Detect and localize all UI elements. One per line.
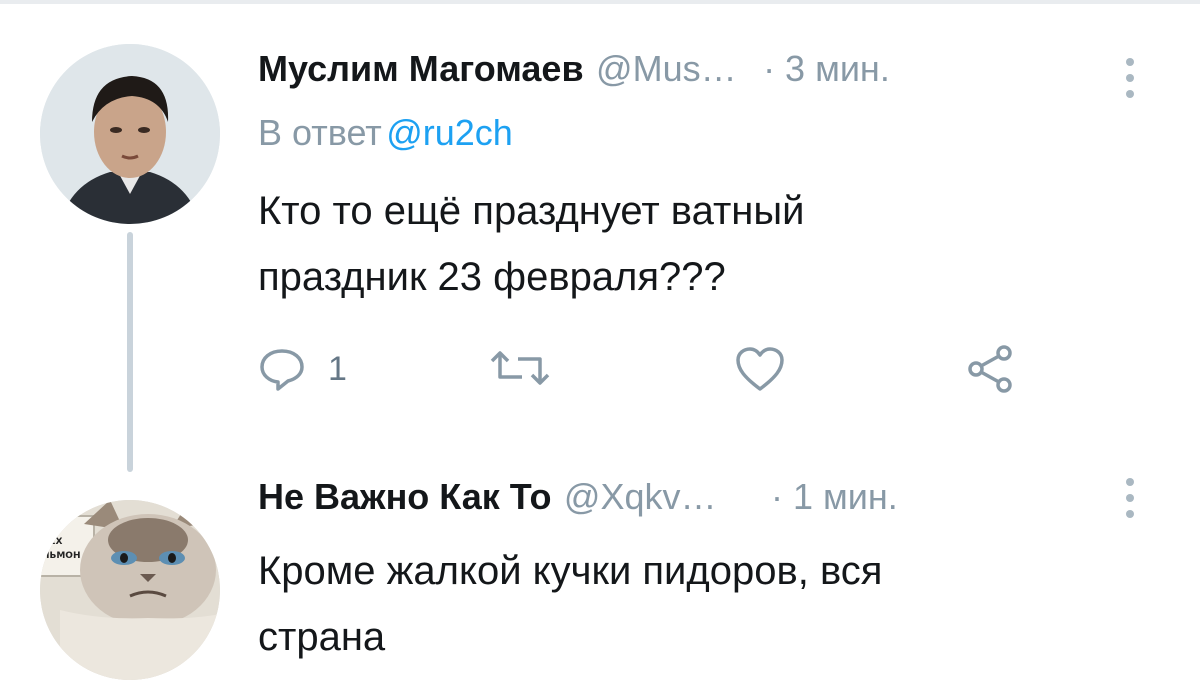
share-button[interactable] — [964, 345, 1016, 393]
sign-text: КЕХ — [42, 537, 63, 547]
reply-button[interactable]: 1 — [258, 345, 347, 393]
reply-context: В ответ @ru2ch — [258, 112, 513, 154]
sign-text: ЛЬМОН — [42, 551, 80, 561]
reply-prefix: В ответ — [258, 112, 382, 153]
like-icon — [736, 347, 784, 391]
author-name[interactable]: Не Важно Как То — [258, 476, 551, 517]
tweet-text-line: страна — [258, 615, 386, 659]
tweet-header: Не Важно Как То @Xqkv… · 1 мин. — [258, 476, 898, 518]
top-divider — [0, 0, 1200, 4]
author-handle[interactable]: @Xqkv… — [564, 476, 717, 517]
reply-icon — [260, 349, 304, 391]
tweet-text-line: Кто то ещё празднует ватный — [258, 189, 805, 233]
author-handle[interactable]: @Mus… — [596, 48, 737, 89]
sign-text: ТЬ — [46, 523, 59, 533]
more-icon[interactable] — [1126, 478, 1136, 526]
thread-connector-line — [127, 232, 133, 472]
tweet-header: Муслим Магомаев @Mus… · 3 мин. — [258, 48, 890, 90]
avatar[interactable] — [40, 44, 220, 224]
timestamp[interactable]: · 3 мин. — [763, 48, 890, 89]
author-name[interactable]: Муслим Магомаев — [258, 48, 584, 89]
reply-count: 1 — [328, 349, 347, 388]
reply-to-link[interactable]: @ru2ch — [386, 112, 513, 153]
tweet-text-line: праздник 23 февраля??? — [258, 255, 726, 299]
avatar-grumpy-cat-image: ТЬ КЕХ ЛЬМОН — [40, 500, 220, 680]
share-icon — [968, 345, 1012, 393]
more-icon[interactable] — [1126, 58, 1136, 106]
retweet-icon — [490, 351, 550, 385]
tweet-text-line: Кроме жалкой кучки пидоров, вся — [258, 549, 883, 593]
avatar[interactable]: ТЬ КЕХ ЛЬМОН — [40, 500, 220, 680]
like-button[interactable] — [734, 345, 786, 393]
tweet-actions: 1 — [258, 345, 1058, 405]
timestamp[interactable]: · 1 мин. — [771, 476, 898, 517]
avatar-portrait-image — [40, 44, 220, 224]
retweet-button[interactable] — [488, 345, 552, 393]
